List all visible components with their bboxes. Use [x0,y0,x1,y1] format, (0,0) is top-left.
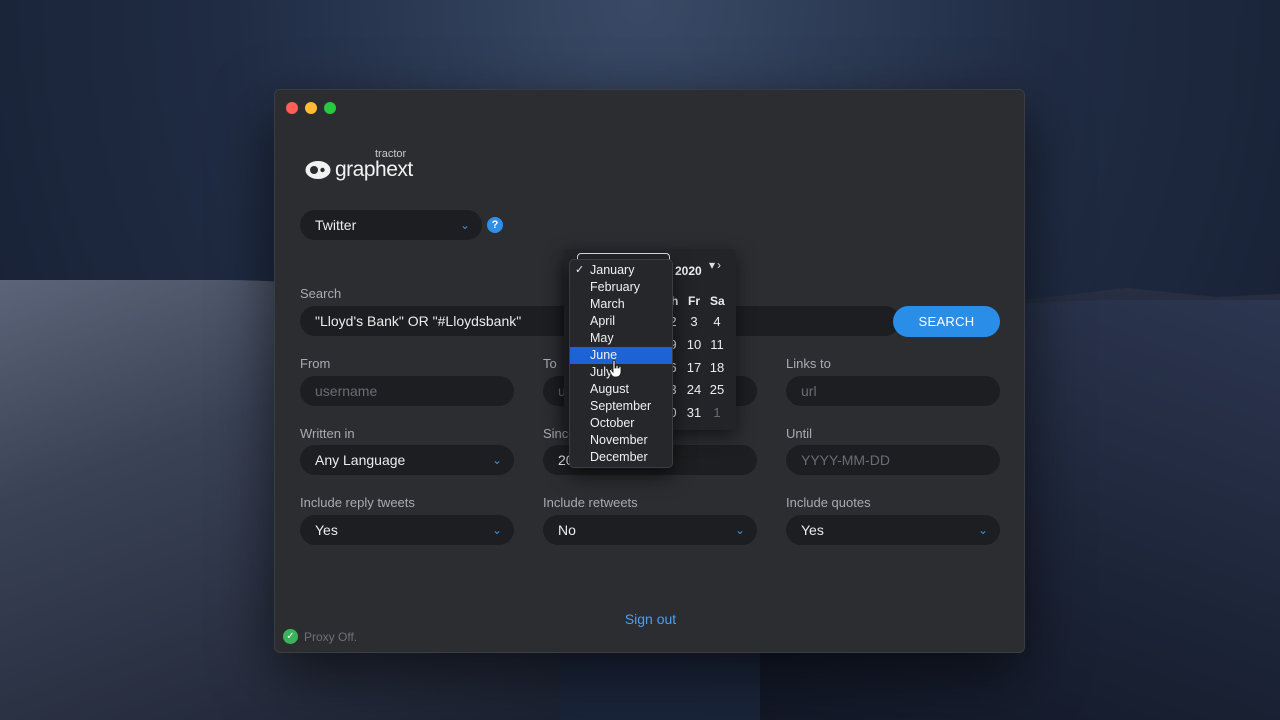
include-quotes-label: Include quotes [786,495,871,510]
weekday-header-fr: Fr [688,294,700,308]
chevron-down-icon: ⌄ [977,523,988,537]
proxy-status-text: Proxy Off. [304,630,358,644]
checkmark-icon: ✓ [575,264,585,276]
include-reply-label: Include reply tweets [300,495,415,510]
include-quotes-select[interactable]: Yes ⌄ [786,515,1000,545]
close-window-button[interactable] [286,102,298,114]
to-label: To [543,356,557,371]
until-date-input[interactable]: YYYY-MM-DD [786,445,1000,475]
calendar-day[interactable]: 4 [706,314,728,329]
calendar-day[interactable]: 24 [683,382,705,397]
sign-out-label: Sign out [624,611,677,627]
month-option-label: August [590,382,629,396]
brand-product: tractor [375,148,407,160]
chevron-down-icon: ⌄ [491,453,502,467]
search-label: Search [300,286,342,301]
month-option-label: December [590,450,648,464]
from-username-input[interactable]: username [300,376,514,406]
sign-out-link[interactable]: Sign out [275,611,1026,627]
chevron-down-icon: ⌄ [734,523,745,537]
month-option-march[interactable]: March [570,296,672,313]
calendar-day[interactable]: 25 [706,382,728,397]
calendar-day[interactable]: 3 [683,314,705,329]
month-option-february[interactable]: February [570,279,672,296]
include-retweets-select[interactable]: No ⌄ [543,515,757,545]
include-reply-value: Yes [315,522,338,538]
links-to-label: Links to [786,356,831,371]
calendar-day-next-month[interactable]: 1 [706,405,728,420]
include-quotes-value: Yes [801,522,824,538]
month-option-january[interactable]: ✓ January [570,262,672,279]
calendar-day[interactable]: 10 [683,337,705,352]
chevron-down-icon[interactable]: ▾ [709,258,715,272]
until-label: Until [786,426,813,441]
calendar-day[interactable]: 11 [706,337,728,352]
month-option-label: February [590,280,641,294]
month-option-label: May [590,331,614,345]
chevron-down-icon: ⌄ [491,523,502,537]
chevron-down-icon: ⌄ [459,218,470,232]
next-month-icon[interactable]: › [717,258,721,272]
month-option-label: November [590,433,648,447]
check-circle-icon: ✓ [283,629,298,644]
source-select-value: Twitter [315,217,357,233]
calendar-day[interactable]: 31 [683,405,705,420]
zoom-window-button[interactable] [324,102,336,114]
help-icon[interactable]: ? [487,217,503,233]
graphext-logo-icon [305,161,331,179]
source-select[interactable]: Twitter ⌄ [300,210,482,240]
month-option-may[interactable]: May [570,330,672,347]
minimize-window-button[interactable] [305,102,317,114]
pointer-hand-icon [609,360,622,378]
include-retweets-value: No [558,522,576,538]
written-in-label: Written in [300,426,355,441]
include-retweets-label: Include retweets [543,495,638,510]
calendar-nav: ▾ › [709,258,723,272]
links-to-input[interactable]: url [786,376,1000,406]
month-option-august[interactable]: August [570,381,672,398]
brand-logo: graphext tractor [305,148,425,184]
weekday-header-sa: Sa [710,294,725,308]
from-label: From [300,356,331,371]
month-option-label: October [590,416,635,430]
search-button[interactable]: SEARCH [893,306,1000,337]
month-option-label: September [590,399,652,413]
language-select-value: Any Language [315,452,406,468]
calendar-day[interactable]: 18 [706,360,728,375]
month-option-label: March [590,297,625,311]
month-option-september[interactable]: September [570,398,672,415]
brand-name: graphext [335,158,413,181]
month-option-label: April [590,314,616,328]
month-option-november[interactable]: November [570,432,672,449]
include-reply-select[interactable]: Yes ⌄ [300,515,514,545]
month-option-label: January [590,263,635,277]
month-option-april[interactable]: April [570,313,672,330]
month-option-october[interactable]: October [570,415,672,432]
calendar-day[interactable]: 17 [683,360,705,375]
language-select[interactable]: Any Language ⌄ [300,445,514,475]
month-option-december[interactable]: December [570,449,672,466]
year-label: 2020 [675,264,702,278]
